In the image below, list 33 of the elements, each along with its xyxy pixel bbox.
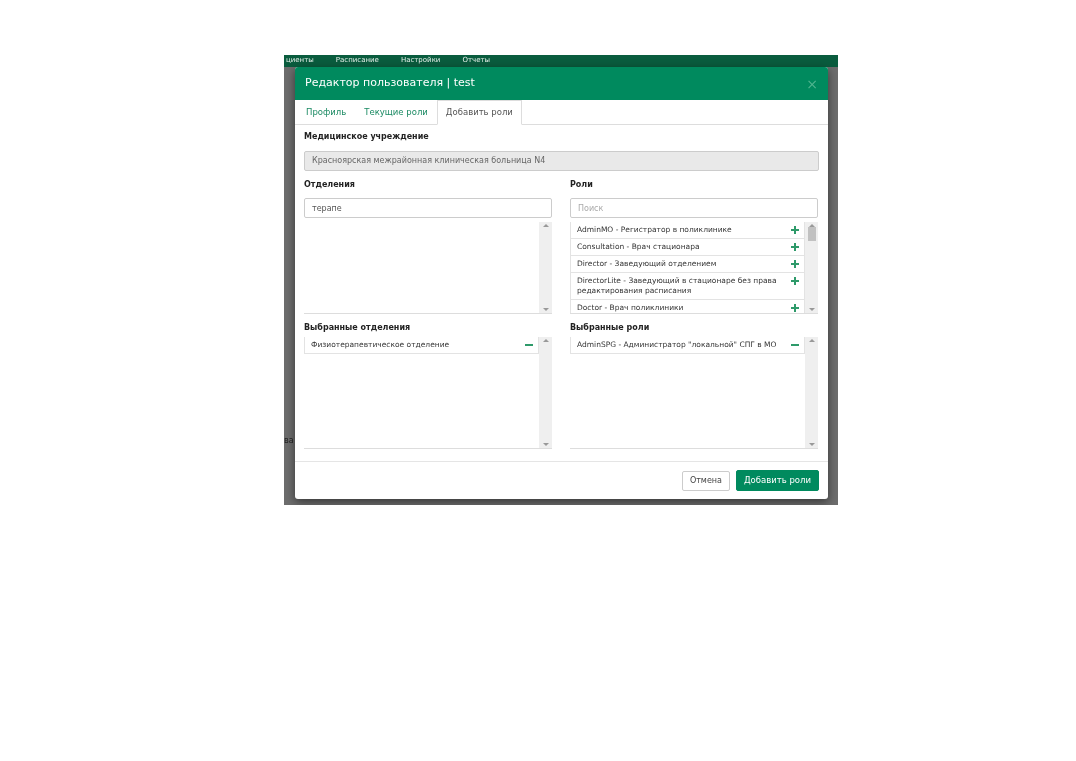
plus-icon[interactable] [791,277,799,285]
tab[interactable]: Профиль [297,100,356,125]
scrollbar[interactable] [539,337,552,448]
scroll-up-icon[interactable] [542,339,549,342]
dialog-title: Редактор пользователя | test [305,75,475,92]
field-label: Отделения [304,178,356,191]
tab[interactable]: Текущие роли [355,100,437,125]
field-label: Выбранные роли [570,322,651,334]
field-label: Роли [570,178,594,191]
plus-icon[interactable] [791,304,799,312]
scroll-down-icon[interactable] [542,443,549,446]
tab[interactable]: Добавить роли [436,100,522,125]
field-label: Медицинское учреждение [304,131,430,143]
scrollbar[interactable] [539,222,552,313]
scroll-up-icon[interactable] [542,224,549,227]
scroll-down-icon[interactable] [542,308,549,311]
cancel-button[interactable]: Отмена [681,470,730,491]
add-roles-button[interactable]: Добавить роли [735,470,819,491]
scrollbar[interactable] [805,222,818,313]
plus-icon[interactable] [791,226,799,234]
department-search-field[interactable]: терапе [304,198,552,218]
field-label: Выбранные отделения [304,322,412,334]
plus-icon[interactable] [791,243,799,251]
scrollbar-thumb[interactable] [807,227,816,241]
minus-icon[interactable] [791,341,799,349]
scrollbar[interactable] [805,337,818,448]
scroll-down-icon[interactable] [808,308,815,311]
page-text: ва [284,435,294,447]
role-search-field[interactable]: Поиск [570,198,818,218]
minus-icon[interactable] [525,341,533,349]
plus-icon[interactable] [791,260,799,268]
scroll-down-icon[interactable] [808,443,815,446]
scroll-up-icon[interactable] [808,339,815,342]
